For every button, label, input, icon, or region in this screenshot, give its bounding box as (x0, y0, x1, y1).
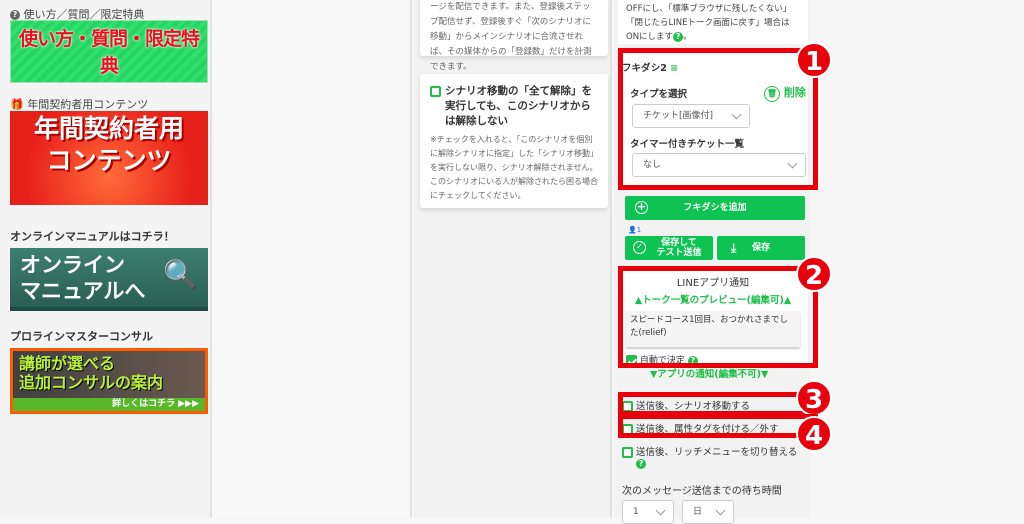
wait-unit-select[interactable]: 日 (682, 500, 734, 524)
badge-4: 4 (796, 416, 832, 452)
badge-3: 3 (796, 380, 832, 416)
usage-banner[interactable]: 使い方・質問・限定特典 ▶ …? (10, 20, 208, 83)
help-icon: ? (10, 10, 20, 20)
highlight-box-4 (618, 414, 818, 438)
option-label: 送信後、リッチメニューを切り替える (636, 447, 798, 458)
option-title: シナリオ移動の「全て解除」を実行しても、このシナリオからは解除しない (445, 85, 592, 127)
option-rich-menu[interactable]: 送信後、リッチメニューを切り替える? (622, 444, 797, 469)
download-icon: ⤓ (731, 241, 737, 255)
info-card: ージを配信できます。また、登録後ステップ配信せず、登録後すぐ「次のシナリオに移動… (420, 0, 608, 72)
chat-icon: …? (98, 82, 124, 83)
banner-text: 使い方・質問・限定特典 (18, 28, 200, 77)
banner-text: 講師が選べる (19, 354, 116, 373)
web-search-icon: 🔍 (163, 258, 198, 291)
button-label: テスト送信 (656, 248, 702, 258)
consult-banner[interactable]: 講師が選べる 追加コンサルの案内 詳しくはコチラ ▶▶▶ (10, 348, 208, 414)
browser-setting-note: OFFにし、「標準ブラウザに残したくない」「閉じたらLINEトーク画面に戻す」場… (618, 0, 808, 44)
user-count: 👤1 (628, 226, 642, 234)
highlight-box-2 (618, 266, 818, 368)
message-editor-column: OFFにし、「標準ブラウザに残したくない」「閉じたらLINEトーク画面に戻す」場… (614, 0, 832, 524)
wait-value-select[interactable]: 1 (622, 500, 674, 524)
add-fukidashi-button[interactable]: + フキダシを追加 (625, 196, 805, 220)
highlight-box-3 (618, 392, 818, 416)
section-annual-title: 🎁 年間契約者用コンテンツ (10, 96, 148, 112)
button-label: フキダシを追加 (683, 203, 747, 213)
help-icon[interactable]: ? (636, 458, 646, 469)
info-text: ージを配信できます。また、登録後ステップ配信せず、登録後すぐ「次のシナリオに移動… (430, 2, 592, 72)
note-text: OFFにし、「標準ブラウザに残したくない」「閉じたらLINEトーク画面に戻す」場… (626, 4, 792, 42)
section-consult-title: プロラインマスターコンサル (10, 330, 153, 343)
help-icon[interactable]: ? (673, 31, 684, 42)
count-text: 1 (636, 226, 642, 234)
save-and-test-button[interactable]: ✓ 保存して テスト送信 (625, 236, 713, 260)
highlight-box-1 (618, 48, 818, 190)
video-icon: ▶ (29, 82, 63, 83)
banner-text: 追加コンサルの案内 (19, 373, 164, 392)
button-label: 保存 (751, 243, 770, 253)
scenario-settings-column: ージを配信できます。また、登録後ステップ配信せず、登録後すぐ「次のシナリオに移動… (414, 0, 612, 518)
more-link: 詳しくはコチラ ▶▶▶ (13, 398, 205, 411)
online-manual-banner[interactable]: オンライン マニュアルへ 🔍 (10, 248, 208, 311)
section-label: 年間契約者用コンテンツ (27, 98, 149, 111)
banner-text: コンテンツ (46, 146, 172, 175)
unsubscribe-option-card: シナリオ移動の「全て解除」を実行しても、このシナリオからは解除しない ※チェック… (420, 74, 608, 208)
banner-text: 年間契約者用 (33, 114, 184, 143)
app-notice-label: ▼アプリの通知(編集不可)▼ (650, 369, 769, 380)
plus-circle-icon: + (635, 200, 648, 214)
badge-2: 2 (796, 256, 832, 292)
badge-1: 1 (796, 42, 832, 78)
gift-icon (159, 82, 189, 83)
section-manual-title: オンラインマニュアルはコチラ！ (10, 230, 175, 243)
keep-scenario-checkbox[interactable] (430, 86, 441, 97)
annual-contents-banner[interactable]: 年間契約者用 コンテンツ (10, 111, 208, 205)
sidebar: ? 使い方／質問／限定特典 使い方・質問・限定特典 ▶ …? 🎁 年間契約者用コ… (0, 0, 212, 518)
button-label: 保存して (661, 238, 697, 248)
wait-time-label: 次のメッセージ送信までの待ち時間 (622, 486, 782, 497)
rich-menu-checkbox[interactable] (622, 447, 633, 458)
gift-icon: 🎁 (10, 98, 24, 111)
save-button[interactable]: ⤓ 保存 (717, 236, 805, 260)
blank-area (214, 0, 412, 518)
check-circle-icon: ✓ (633, 241, 646, 254)
option-note: ※チェックを入れると、「このシナリオを個別に解除シナリオに指定」した「シナリオ移… (430, 135, 598, 200)
